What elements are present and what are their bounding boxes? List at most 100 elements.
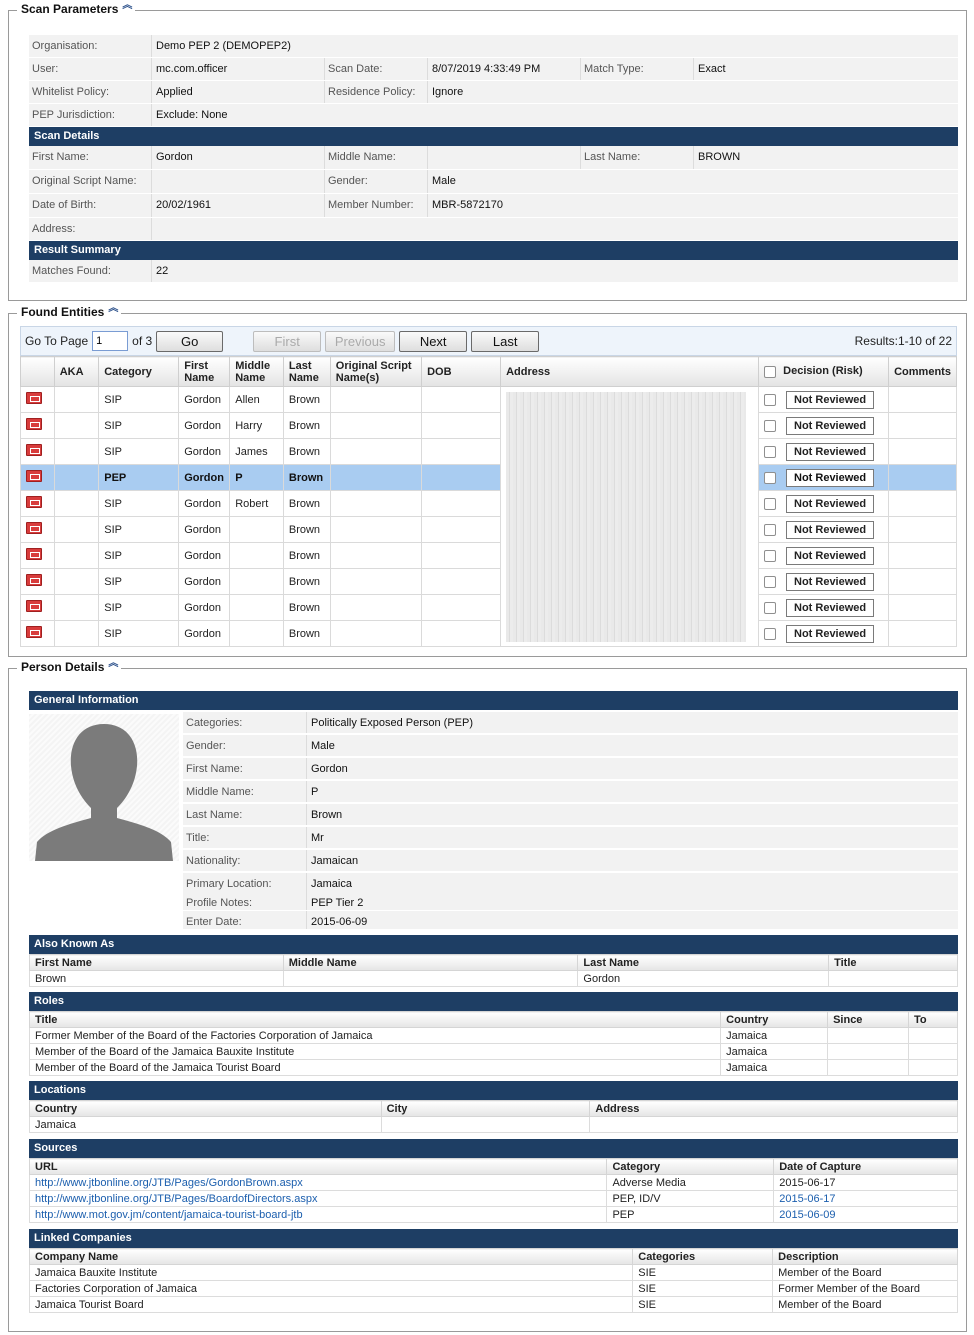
not-reviewed-button[interactable]: Not Reviewed	[786, 624, 875, 643]
pdf-report-icon[interactable]	[26, 574, 42, 586]
not-reviewed-button[interactable]: Not Reviewed	[786, 468, 875, 487]
table-row[interactable]: SIP Gordon Robert Brown Not Reviewed	[20, 490, 957, 517]
row-select-checkbox[interactable]	[764, 393, 777, 406]
sources-table: URL Category Date of Capture http://www.…	[28, 1158, 958, 1223]
table-row[interactable]: SIP Gordon Brown Not Reviewed	[20, 594, 957, 621]
dob-cell	[421, 464, 502, 491]
dob-cell	[421, 594, 502, 621]
col-dob[interactable]: DOB	[421, 356, 502, 387]
last-name-value: BROWN	[698, 151, 741, 163]
col-address[interactable]: Address	[500, 356, 760, 387]
decision-cell: Not Reviewed	[758, 412, 890, 439]
pdf-report-icon[interactable]	[26, 392, 42, 404]
collapse-chevron-icon[interactable]: ︽	[122, 1, 132, 11]
entity-flag-cell[interactable]	[20, 516, 55, 543]
collapse-chevron-icon[interactable]: ︽	[108, 659, 118, 669]
entity-flag-cell[interactable]	[20, 464, 55, 491]
not-reviewed-button[interactable]: Not Reviewed	[786, 598, 875, 617]
table-row[interactable]: SIP Gordon James Brown Not Reviewed	[20, 438, 957, 465]
row-select-checkbox[interactable]	[764, 497, 777, 510]
entity-flag-cell[interactable]	[20, 620, 55, 647]
row-select-checkbox[interactable]	[764, 445, 777, 458]
locations-col-address: Address	[589, 1100, 958, 1117]
entity-flag-cell[interactable]	[20, 542, 55, 569]
row-select-checkbox[interactable]	[764, 627, 777, 640]
not-reviewed-button[interactable]: Not Reviewed	[786, 494, 875, 513]
roles-table: Title Country Since To Former Member of …	[28, 1011, 958, 1076]
pdf-report-icon[interactable]	[26, 548, 42, 560]
first-page-button[interactable]: First	[253, 330, 322, 352]
pdf-report-icon[interactable]	[26, 444, 42, 456]
first-name-cell: Gordon	[178, 516, 231, 543]
row-select-checkbox[interactable]	[764, 549, 777, 562]
row-select-checkbox[interactable]	[764, 471, 777, 484]
not-reviewed-button[interactable]: Not Reviewed	[786, 546, 875, 565]
entity-flag-cell[interactable]	[20, 386, 55, 413]
general-info-value: Male	[307, 735, 958, 756]
not-reviewed-button[interactable]: Not Reviewed	[786, 390, 875, 409]
col-last-name[interactable]: Last Name	[282, 356, 331, 387]
source-url-link[interactable]: http://www.mot.gov.jm/content/jamaica-to…	[35, 1209, 303, 1221]
col-first-name[interactable]: First Name	[178, 356, 231, 387]
table-row[interactable]: SIP Gordon Brown Not Reviewed	[20, 516, 957, 543]
collapse-chevron-icon[interactable]: ︽	[108, 304, 118, 314]
not-reviewed-button[interactable]: Not Reviewed	[786, 520, 875, 539]
scan-parameters-legend[interactable]: Scan Parameters ︽	[17, 1, 136, 16]
table-row[interactable]: PEP Gordon P Brown Not Reviewed	[20, 464, 957, 491]
pdf-report-icon[interactable]	[26, 600, 42, 612]
row-select-checkbox[interactable]	[764, 575, 777, 588]
select-all-checkbox[interactable]	[764, 365, 777, 378]
entity-flag-cell[interactable]	[20, 412, 55, 439]
col-category[interactable]: Category	[98, 356, 180, 387]
member-number-label: Member Number:	[325, 194, 428, 217]
decision-cell: Not Reviewed	[758, 568, 890, 595]
previous-page-button[interactable]: Previous	[325, 330, 396, 352]
person-details-legend[interactable]: Person Details ︽	[17, 659, 122, 674]
param-row-dob: Date of Birth: 20/02/1961 Member Number:…	[29, 194, 958, 218]
organisation-value: Demo PEP 2 (DEMOPEP2)	[156, 40, 291, 52]
page-number-input[interactable]	[92, 331, 129, 351]
source-url-link[interactable]: http://www.jtbonline.org/JTB/Pages/Board…	[35, 1193, 317, 1205]
comments-cell	[888, 594, 957, 621]
pdf-report-icon[interactable]	[26, 470, 42, 482]
source-url-link[interactable]: http://www.jtbonline.org/JTB/Pages/Gordo…	[35, 1177, 303, 1189]
pdf-report-icon[interactable]	[26, 522, 42, 534]
not-reviewed-button[interactable]: Not Reviewed	[786, 416, 875, 435]
entity-flag-cell[interactable]	[20, 568, 55, 595]
row-select-checkbox[interactable]	[764, 523, 777, 536]
table-row: Factories Corporation of Jamaica SIE Forme…	[28, 1280, 958, 1297]
col-decision[interactable]: Decision (Risk)	[758, 356, 890, 387]
pdf-report-icon[interactable]	[26, 418, 42, 430]
not-reviewed-button[interactable]: Not Reviewed	[786, 442, 875, 461]
col-comments[interactable]: Comments	[888, 356, 957, 387]
table-row[interactable]: SIP Gordon Allen Brown Not Reviewed	[20, 386, 957, 647]
col-original-script[interactable]: Original Script Name(s)	[329, 356, 423, 387]
pdf-report-icon[interactable]	[26, 626, 42, 638]
general-information-header: General Information	[29, 691, 958, 710]
general-info-row: Title: Mr	[183, 827, 958, 849]
col-aka[interactable]: AKA	[53, 356, 100, 387]
col-middle-name[interactable]: Middle Name	[229, 356, 284, 387]
param-row-matches: Matches Found: 22	[29, 260, 958, 283]
entity-flag-cell[interactable]	[20, 490, 55, 517]
aka-cell	[53, 386, 100, 413]
aka-last-name: Gordon	[577, 970, 830, 987]
found-entities-legend[interactable]: Found Entities ︽	[17, 304, 122, 319]
row-select-checkbox[interactable]	[764, 601, 777, 614]
also-known-as-header: Also Known As	[29, 935, 958, 954]
table-row[interactable]: SIP Gordon Brown Not Reviewed	[20, 620, 957, 647]
last-page-button[interactable]: Last	[471, 330, 540, 352]
dob-cell	[421, 516, 502, 543]
go-button[interactable]: Go	[156, 330, 224, 352]
next-page-button[interactable]: Next	[399, 330, 468, 352]
row-select-checkbox[interactable]	[764, 419, 777, 432]
entity-flag-cell[interactable]	[20, 594, 55, 621]
table-row[interactable]: SIP Gordon Harry Brown Not Reviewed	[20, 412, 957, 439]
middle-name-cell	[229, 516, 284, 543]
table-row[interactable]: SIP Gordon Brown Not Reviewed	[20, 542, 957, 569]
table-row[interactable]: SIP Gordon Brown Not Reviewed	[20, 568, 957, 595]
not-reviewed-button[interactable]: Not Reviewed	[786, 572, 875, 591]
pdf-report-icon[interactable]	[26, 496, 42, 508]
comments-cell	[888, 438, 957, 465]
entity-flag-cell[interactable]	[20, 438, 55, 465]
